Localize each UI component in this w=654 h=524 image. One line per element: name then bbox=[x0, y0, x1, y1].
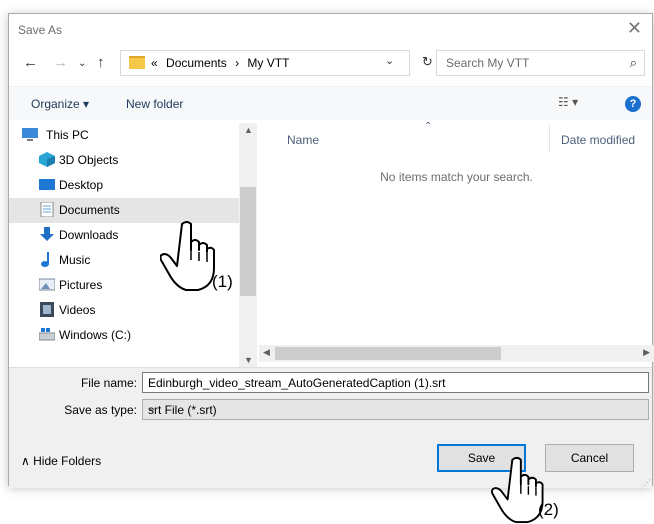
step-2-label: (2) bbox=[538, 500, 559, 519]
pointing-hand-icon-1 bbox=[160, 221, 215, 291]
nav-item-desktop[interactable]: Desktop bbox=[9, 173, 239, 198]
dialog-title: Save As bbox=[18, 23, 63, 37]
back-arrow-icon[interactable]: ← bbox=[23, 54, 38, 71]
new-folder-button[interactable]: New folder bbox=[126, 97, 183, 111]
nav-item-this-pc[interactable]: This PC bbox=[9, 123, 239, 148]
view-options-icon[interactable]: ☷ ▾ bbox=[558, 95, 578, 109]
save-as-type-label: Save as type: bbox=[64, 403, 137, 417]
search-icon[interactable]: ⌕ bbox=[630, 55, 637, 71]
search-box[interactable]: Search My VTT ⌕ bbox=[436, 50, 645, 76]
navigation-pane: This PC 3D Objects Desktop Documents Dow… bbox=[9, 123, 257, 367]
column-header-name[interactable]: Name bbox=[287, 133, 319, 147]
save-form: File name: Edinburgh_video_stream_AutoGe… bbox=[9, 367, 652, 488]
video-icon bbox=[40, 302, 54, 317]
breadcrumb-overflow[interactable]: « bbox=[151, 56, 158, 70]
nav-item-label: Pictures bbox=[59, 278, 103, 292]
refresh-icon[interactable]: ↻ bbox=[422, 54, 433, 70]
help-icon[interactable]: ? bbox=[625, 96, 641, 112]
nav-item-windows-c[interactable]: Windows (C:) bbox=[9, 323, 239, 348]
picture-icon bbox=[39, 278, 55, 291]
scrollbar-thumb[interactable] bbox=[275, 347, 501, 360]
organize-menu[interactable]: Organize ▾ bbox=[31, 97, 89, 111]
address-bar[interactable]: « Documents › My VTT ⌄ bbox=[120, 50, 410, 76]
command-toolbar: Organize ▾ New folder ☷ ▾ ? bbox=[9, 86, 652, 120]
nav-item-label: Windows (C:) bbox=[59, 328, 132, 342]
up-arrow-icon[interactable]: ↑ bbox=[97, 54, 105, 71]
breadcrumb-documents[interactable]: Documents bbox=[166, 56, 227, 70]
scroll-right-arrow-icon[interactable]: ▶ bbox=[643, 347, 650, 358]
hide-folders-toggle[interactable]: ∧ Hide Folders bbox=[21, 454, 101, 468]
download-icon bbox=[40, 227, 54, 241]
file-name-field[interactable]: Edinburgh_video_stream_AutoGeneratedCapt… bbox=[142, 372, 649, 393]
document-icon bbox=[40, 202, 54, 217]
step-1-label: (1) bbox=[212, 272, 233, 291]
nav-item-videos[interactable]: Videos bbox=[9, 298, 239, 323]
file-name-label: File name: bbox=[80, 376, 137, 390]
breadcrumb: « Documents › My VTT bbox=[151, 56, 294, 70]
nav-item-label: Documents bbox=[59, 203, 120, 217]
scrollbar-thumb[interactable] bbox=[240, 187, 256, 296]
scroll-left-arrow-icon[interactable]: ◀ bbox=[263, 347, 270, 358]
nav-item-label: Desktop bbox=[59, 178, 104, 192]
nav-item-label: Downloads bbox=[59, 228, 119, 242]
file-list: Name ⌃ Date modified No items match your… bbox=[259, 121, 654, 367]
forward-arrow-icon[interactable]: → bbox=[53, 54, 68, 71]
navigation-bar: ← → ⌄ ↑ « Documents › My VTT ⌄ ↻ Search … bbox=[9, 44, 652, 84]
file-list-scrollbar[interactable]: ◀ ▶ bbox=[259, 345, 654, 362]
sort-ascending-icon: ⌃ bbox=[424, 121, 433, 132]
music-icon bbox=[41, 252, 49, 267]
chevron-down-icon[interactable]: ⌄ bbox=[148, 403, 644, 414]
scroll-down-arrow-icon[interactable]: ▼ bbox=[244, 355, 253, 365]
close-icon[interactable]: ✕ bbox=[627, 18, 642, 39]
column-header-date-modified[interactable]: Date modified bbox=[561, 133, 635, 147]
nav-item-label: 3D Objects bbox=[59, 153, 119, 167]
column-divider[interactable] bbox=[549, 125, 550, 153]
search-placeholder: Search My VTT bbox=[446, 56, 530, 70]
chevron-down-icon[interactable]: ⌄ bbox=[148, 376, 644, 387]
desktop-icon bbox=[39, 179, 55, 190]
empty-message: No items match your search. bbox=[380, 170, 533, 184]
recent-locations-chevron-icon[interactable]: ⌄ bbox=[78, 58, 86, 69]
scroll-up-arrow-icon[interactable]: ▲ bbox=[244, 125, 253, 135]
title-bar: Save As ✕ bbox=[9, 14, 652, 44]
save-as-dialog: Save As ✕ ← → ⌄ ↑ « Documents › My VTT ⌄… bbox=[8, 13, 654, 488]
chevron-down-icon[interactable]: ⌄ bbox=[385, 54, 394, 67]
cube-icon bbox=[39, 152, 55, 167]
nav-item-label: This PC bbox=[46, 128, 89, 142]
nav-item-label: Music bbox=[59, 253, 91, 267]
save-as-type-select[interactable]: srt File (*.srt) ⌄ bbox=[142, 399, 649, 420]
nav-item-3d-objects[interactable]: 3D Objects bbox=[9, 148, 239, 173]
breadcrumb-my-vtt[interactable]: My VTT bbox=[247, 56, 289, 70]
folder-icon bbox=[129, 56, 145, 69]
breadcrumb-separator: › bbox=[235, 56, 240, 70]
cancel-button[interactable]: Cancel bbox=[545, 444, 634, 472]
drive-icon bbox=[39, 328, 55, 341]
navigation-pane-scrollbar[interactable]: ▲ ▼ bbox=[239, 123, 257, 367]
computer-icon bbox=[22, 128, 38, 141]
resize-grip-icon[interactable]: ⋰ bbox=[643, 478, 651, 487]
nav-item-label: Videos bbox=[59, 303, 96, 317]
